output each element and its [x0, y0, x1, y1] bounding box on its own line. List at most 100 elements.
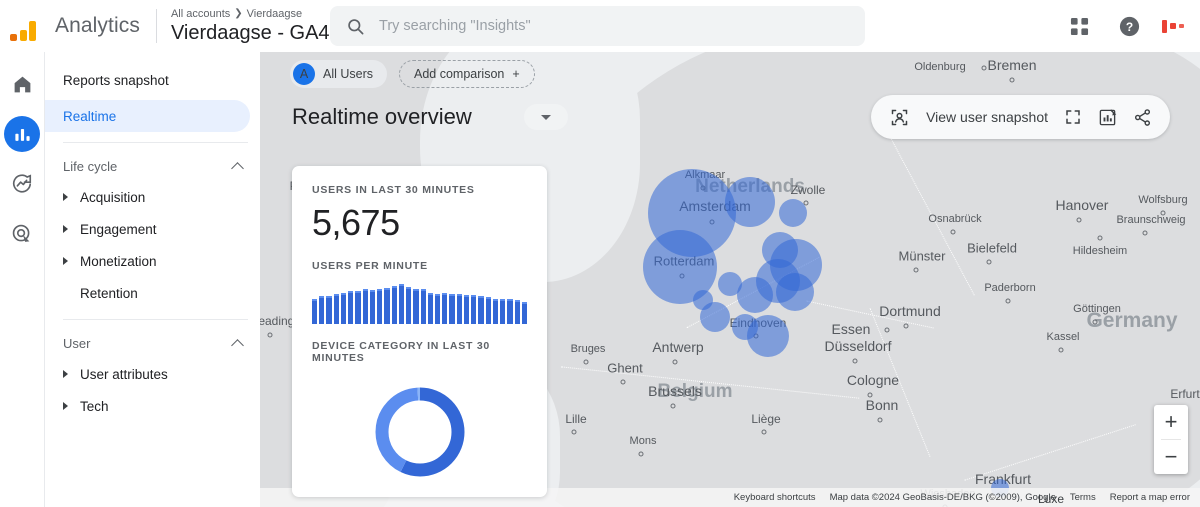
spark-bar	[384, 288, 390, 324]
sidebar-item-monetization[interactable]: Monetization	[45, 245, 260, 277]
search-icon	[348, 18, 364, 34]
breadcrumb: All accounts ❯ Vierdaagse	[171, 7, 347, 21]
nav-group-label: User	[63, 335, 91, 351]
account-indicator[interactable]	[1162, 19, 1188, 33]
user-snapshot-icon[interactable]	[889, 107, 910, 128]
spark-bar	[427, 293, 433, 324]
sidebar-item-acquisition[interactable]: Acquisition	[45, 181, 260, 213]
brand-label: Analytics	[55, 14, 140, 37]
map-city-dot	[950, 229, 956, 235]
fullscreen-icon[interactable]	[1064, 108, 1082, 126]
map-city-dot	[1097, 235, 1103, 241]
sidebar-item-reports-snapshot[interactable]: Reports snapshot	[45, 64, 250, 96]
map-action-bar: View user snapshot	[871, 95, 1170, 139]
account-selector[interactable]: All accounts ❯ Vierdaagse Vierdaagse - G…	[171, 7, 347, 46]
map-city-dot	[620, 379, 626, 385]
report-map-error-link[interactable]: Report a map error	[1110, 492, 1190, 503]
spark-bar	[456, 294, 462, 324]
rail-item-explore[interactable]	[4, 166, 40, 202]
breadcrumb-property[interactable]: Vierdaagse	[247, 7, 302, 21]
keyboard-shortcuts-link[interactable]: Keyboard shortcuts	[734, 492, 816, 503]
map-city-dot	[267, 332, 273, 338]
top-bar-icons: ?	[1062, 0, 1188, 52]
users-per-minute-chart[interactable]	[312, 282, 528, 324]
spark-bar	[355, 291, 361, 324]
map-user-bubble	[693, 290, 713, 310]
spark-bar	[463, 295, 470, 324]
map-brand-label: Luxe	[1038, 492, 1065, 506]
rail-item-advertising[interactable]	[4, 216, 40, 252]
search-bar[interactable]	[330, 6, 865, 46]
top-bar: Analytics All accounts ❯ Vierdaagse Vier…	[0, 0, 1200, 52]
map-data-text: Map data ©2024 GeoBasis-DE/BKG (©2009), …	[829, 492, 1056, 503]
nav-group-life-cycle[interactable]: Life cycle	[45, 151, 260, 181]
view-user-snapshot-label[interactable]: View user snapshot	[926, 109, 1048, 125]
icon-rail	[0, 52, 45, 507]
map-city-dot	[761, 429, 767, 435]
advertising-icon	[12, 224, 30, 242]
sidebar-item-tech[interactable]: Tech	[45, 390, 260, 422]
share-icon[interactable]	[1133, 108, 1152, 127]
title-dropdown[interactable]	[523, 104, 568, 130]
map-city-dot	[571, 429, 577, 435]
chevron-right-icon	[63, 193, 68, 201]
sidebar-item-label: Monetization	[80, 253, 157, 269]
map-user-bubble	[718, 272, 742, 296]
property-title[interactable]: Vierdaagse - GA4	[171, 21, 347, 46]
add-comparison-button[interactable]: Add comparison +	[399, 60, 535, 88]
chevron-down-icon	[540, 114, 551, 120]
spark-bar	[369, 290, 376, 324]
rail-item-home[interactable]	[4, 66, 40, 102]
chevron-placeholder-icon	[63, 289, 68, 297]
sidebar-item-label: Tech	[80, 398, 109, 414]
analytics-realtime-page: Analytics All accounts ❯ Vierdaagse Vier…	[0, 0, 1200, 507]
map-city-dot	[583, 359, 589, 365]
sidebar-item-engagement[interactable]: Engagement	[45, 213, 260, 245]
spark-bar	[406, 287, 412, 324]
spark-bar	[434, 294, 441, 324]
map-city-dot	[638, 451, 644, 457]
spark-bar	[500, 299, 506, 324]
map-user-bubble	[779, 199, 807, 227]
comparison-bar: A All Users Add comparison +	[260, 52, 1200, 96]
map-zoom-controls: + −	[1154, 405, 1188, 474]
apps-grid-icon[interactable]	[1062, 9, 1096, 43]
chevron-up-icon	[231, 161, 244, 175]
search-input[interactable]	[379, 18, 839, 34]
help-icon[interactable]: ?	[1112, 9, 1146, 43]
header-divider	[155, 9, 157, 43]
spark-bar	[420, 289, 426, 324]
map-city-dot	[877, 417, 883, 423]
segment-chip-all-users[interactable]: A All Users	[290, 60, 388, 88]
terms-link[interactable]: Terms	[1070, 492, 1096, 503]
rail-item-reports[interactable]	[4, 116, 40, 152]
sidebar-item-label: Realtime	[63, 108, 117, 124]
map-city-dot	[852, 358, 858, 364]
map-city-dot	[903, 323, 909, 329]
map-user-bubble	[747, 315, 789, 357]
insights-icon[interactable]	[1098, 108, 1117, 127]
sidebar-item-realtime[interactable]: Realtime	[45, 100, 250, 132]
zoom-in-button[interactable]: +	[1154, 405, 1188, 439]
breadcrumb-separator-icon: ❯	[234, 7, 243, 19]
report-navigation: Reports snapshot Realtime Life cycle Acq…	[45, 52, 260, 507]
breadcrumb-all-accounts[interactable]: All accounts	[171, 7, 230, 21]
svg-text:?: ?	[1125, 19, 1132, 33]
users-per-minute-label: USERS PER MINUTE	[312, 260, 428, 272]
sidebar-item-user-attributes[interactable]: User attributes	[45, 358, 260, 390]
map-user-bubble	[737, 277, 773, 313]
realtime-overview-card: USERS IN LAST 30 MINUTES 5,675 USERS PER…	[292, 166, 547, 497]
property-title-label: Vierdaagse - GA4	[170, 21, 330, 44]
home-icon	[14, 76, 30, 92]
nav-group-user[interactable]: User	[45, 328, 260, 358]
nav-group-label: Life cycle	[63, 158, 118, 174]
device-category-chart[interactable]	[312, 382, 527, 482]
sidebar-item-retention[interactable]: Retention	[45, 277, 260, 309]
map-city-dot	[1160, 210, 1166, 216]
reports-icon	[14, 128, 30, 141]
spark-bar	[485, 297, 491, 324]
spark-bar	[348, 291, 354, 324]
sidebar-item-label: Engagement	[80, 221, 157, 237]
zoom-out-button[interactable]: −	[1154, 440, 1188, 474]
map-city-dot	[986, 259, 992, 265]
